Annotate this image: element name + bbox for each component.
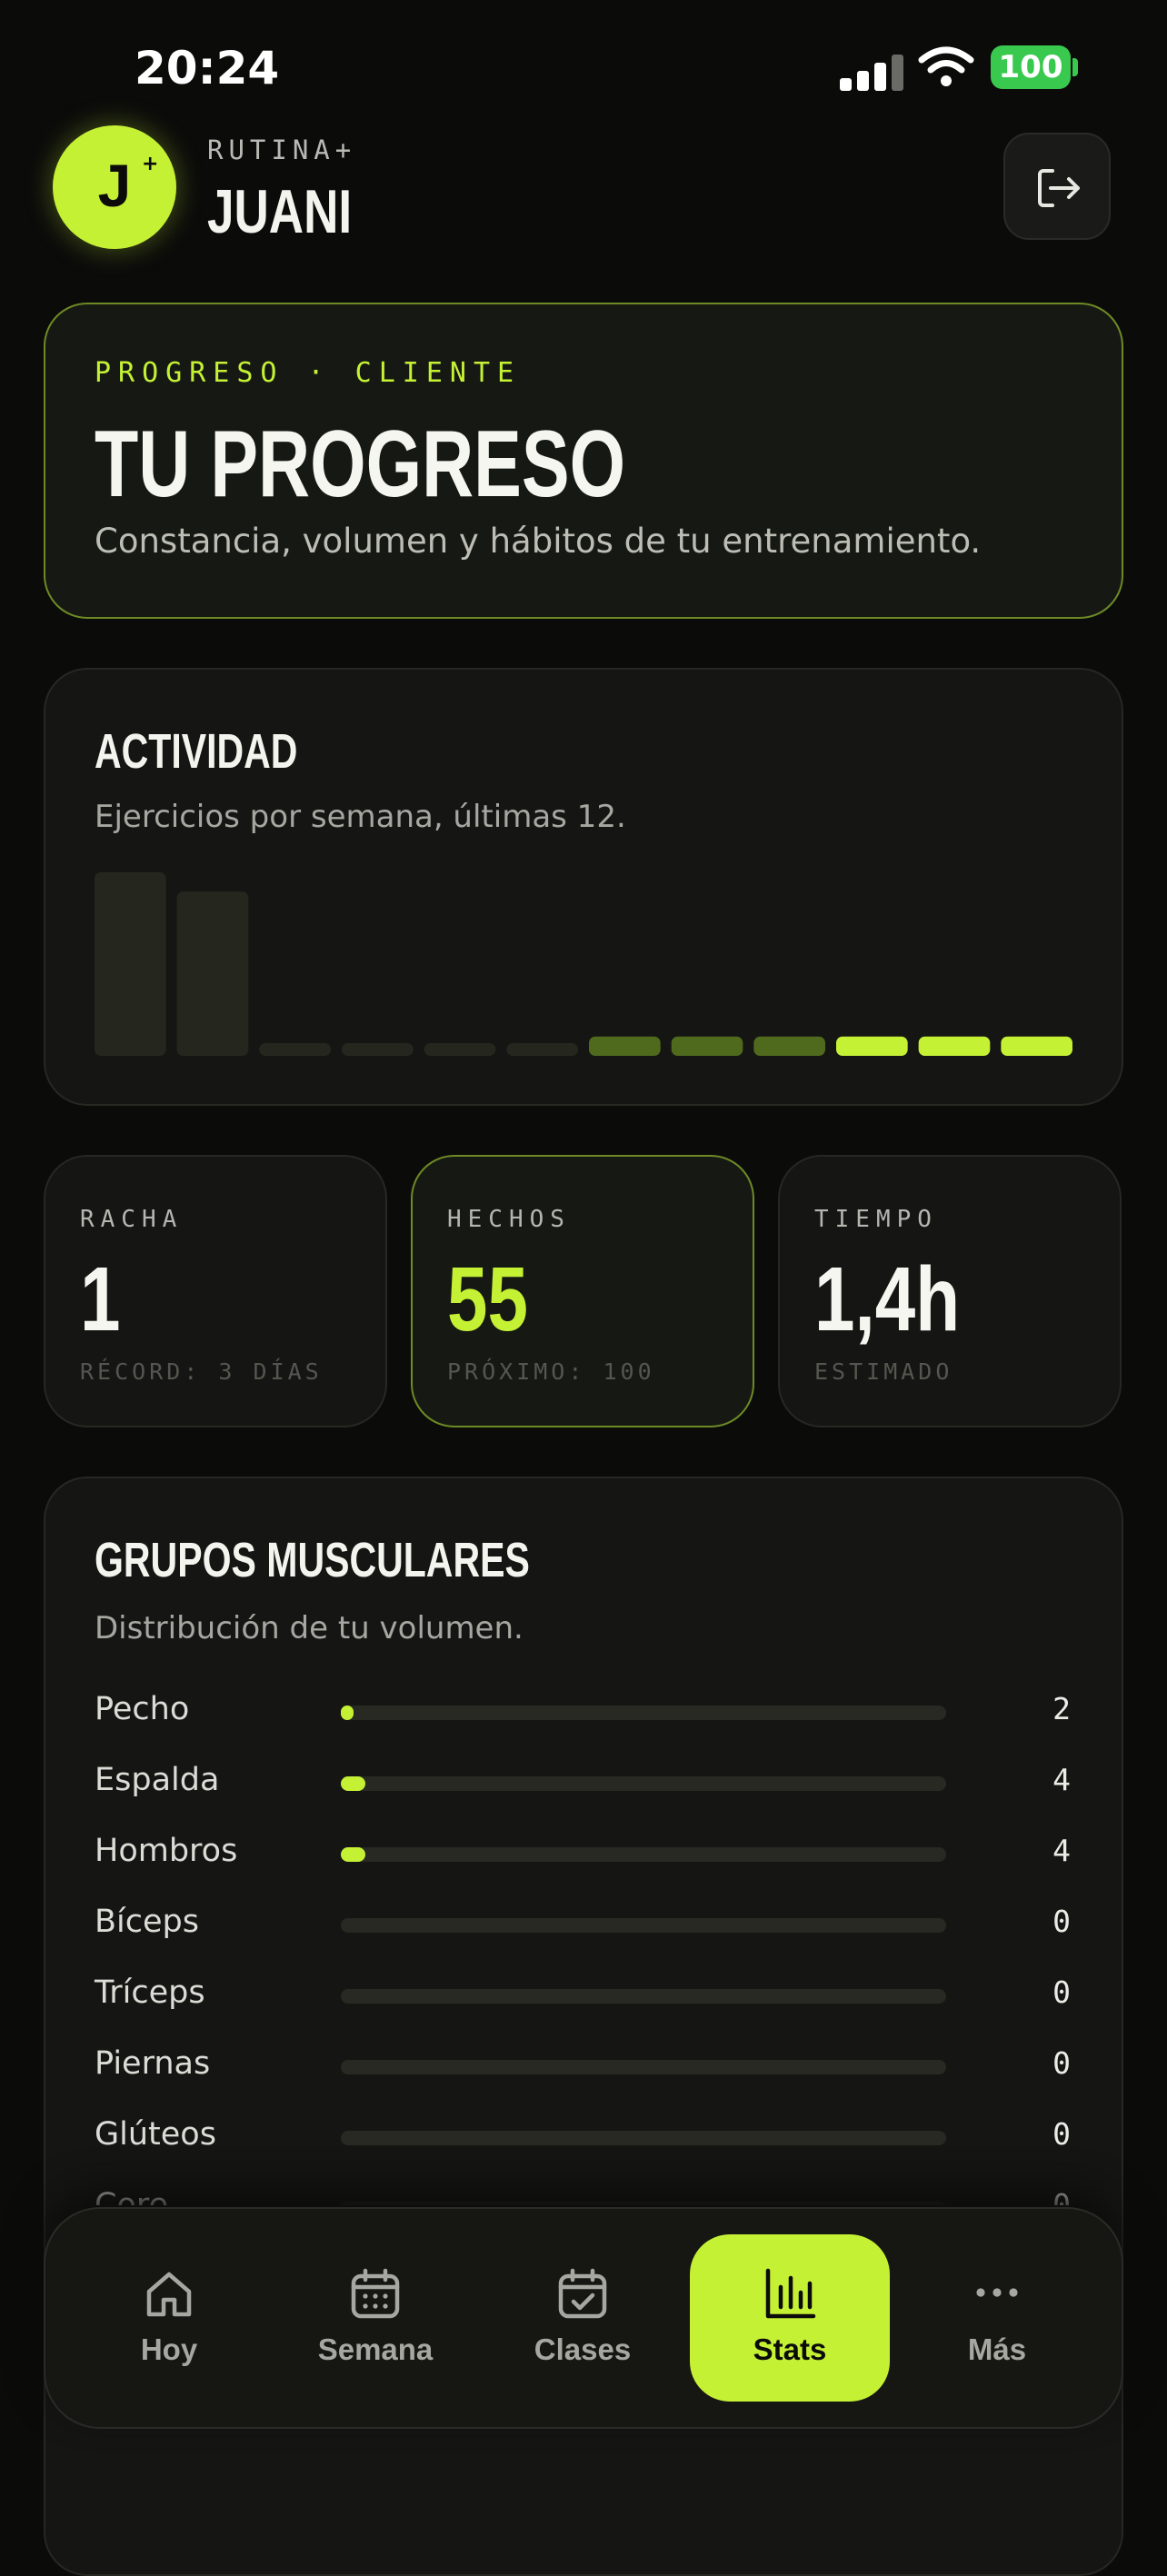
muscles-title: GRUPOS MUSCULARES <box>95 1533 530 1587</box>
muscle-row-piernas: Piernas 0 <box>0 2042 1167 2113</box>
hero-eyebrow: PROGRESO · CLIENTE <box>95 357 522 389</box>
calendar-check-icon <box>558 2268 607 2319</box>
muscle-value: 2 <box>1052 1691 1071 1726</box>
muscle-name: Hombros <box>95 1833 238 1869</box>
activity-bar <box>918 1036 991 1056</box>
muscle-row-espalda: Espalda 4 <box>0 1758 1167 1829</box>
nav-label: Stats <box>753 2332 827 2366</box>
logout-icon <box>1038 169 1080 207</box>
muscle-bar-track <box>341 1847 946 1862</box>
stat-foot: PRÓXIMO: 100 <box>447 1358 655 1385</box>
more-icon <box>976 2288 1018 2297</box>
muscle-row-pecho: Pecho 2 <box>0 1687 1167 1758</box>
muscle-bar-track <box>341 1989 946 2004</box>
wifi-icon <box>918 46 974 86</box>
stat-card-hechos: HECHOS 55 PRÓXIMO: 100 <box>411 1155 754 1427</box>
nav-item-clases[interactable]: Clases <box>483 2234 683 2402</box>
muscle-value: 0 <box>1052 1974 1071 2010</box>
activity-bar <box>753 1036 825 1056</box>
nav-label: Semana <box>317 2332 434 2366</box>
nav-label: Hoy <box>140 2332 198 2366</box>
activity-bar <box>1001 1036 1072 1056</box>
muscle-name: Piernas <box>95 2045 211 2082</box>
avatar-plus-mark: + <box>142 153 159 175</box>
activity-bar <box>342 1043 414 1056</box>
nav-item-stats[interactable]: Stats <box>690 2234 890 2402</box>
muscle-bar-track <box>341 2060 946 2074</box>
muscle-value: 0 <box>1052 2187 1071 2205</box>
muscle-row-biceps: Bíceps 0 <box>0 1900 1167 1971</box>
muscle-bar-track <box>341 1776 946 1791</box>
activity-subtitle: Ejercicios por semana, últimas 12. <box>95 799 626 835</box>
logout-button[interactable] <box>1003 133 1111 240</box>
muscle-value: 0 <box>1052 1904 1071 1939</box>
stat-value: 1,4h <box>814 1248 961 1350</box>
stat-label: RACHA <box>80 1206 184 1233</box>
battery-icon: 100 <box>991 45 1071 89</box>
muscle-name: Core <box>95 2187 169 2205</box>
muscle-bar-fill <box>341 1776 365 1791</box>
muscles-subtitle: Distribución de tu volumen. <box>95 1610 524 1646</box>
muscle-value: 0 <box>1052 2045 1071 2081</box>
stat-card-tiempo: TIEMPO 1,4h ESTIMADO <box>778 1155 1122 1427</box>
activity-bar <box>176 891 249 1056</box>
activity-title: ACTIVIDAD <box>95 724 298 779</box>
muscle-row-hombros: Hombros 4 <box>0 1829 1167 1900</box>
muscle-row-triceps: Tríceps 0 <box>0 1971 1167 2042</box>
battery-tip <box>1072 58 1078 76</box>
muscle-value: 4 <box>1052 1762 1071 1797</box>
nav-item-hoy[interactable]: Hoy <box>69 2234 269 2402</box>
muscle-bar-fill <box>341 1706 354 1720</box>
muscle-name: Bíceps <box>95 1904 199 1940</box>
muscle-value: 0 <box>1052 2116 1071 2152</box>
stat-value: 55 <box>447 1248 528 1350</box>
muscle-value: 4 <box>1052 1833 1071 1868</box>
avatar[interactable]: J + <box>53 125 176 249</box>
stat-label: TIEMPO <box>814 1206 938 1233</box>
brand-name: RUTINA+ <box>207 134 357 165</box>
muscle-bar-fill <box>341 1847 365 1862</box>
stat-value: 1 <box>80 1248 121 1350</box>
muscle-name: Glúteos <box>95 2116 216 2153</box>
muscle-list[interactable]: Pecho 2 Espalda 4 Hombros 4 Bíceps 0 Trí… <box>0 1687 1167 2205</box>
muscle-bar-track <box>341 1706 946 1720</box>
activity-bar <box>671 1036 743 1056</box>
activity-bar-chart <box>95 872 1072 1056</box>
muscle-row-core: Core 0 <box>0 2183 1167 2205</box>
activity-bar <box>506 1043 578 1056</box>
user-name: JUANI <box>207 177 353 246</box>
hero-subtitle: Constancia, volumen y hábitos de tu entr… <box>95 522 982 561</box>
nav-label: Clases <box>534 2332 632 2366</box>
nav-label: Más <box>967 2332 1027 2366</box>
muscle-bar-track <box>341 2131 946 2145</box>
activity-bar <box>836 1036 908 1056</box>
muscle-name: Pecho <box>95 1691 190 1727</box>
stat-foot: ESTIMADO <box>814 1358 953 1385</box>
stat-card-racha: RACHA 1 RÉCORD: 3 DÍAS <box>44 1155 387 1427</box>
home-icon <box>146 2272 192 2317</box>
page-title: TU PROGRESO <box>95 412 626 517</box>
activity-bar <box>259 1043 331 1056</box>
signal-icon <box>840 51 903 91</box>
muscle-row-gluteos: Glúteos 0 <box>0 2113 1167 2183</box>
stat-label: HECHOS <box>447 1206 571 1233</box>
bar-chart-icon <box>765 2268 816 2319</box>
activity-bar <box>589 1036 661 1056</box>
status-time: 20:24 <box>135 42 280 94</box>
nav-item-semana[interactable]: Semana <box>275 2234 475 2402</box>
calendar-icon <box>351 2268 400 2319</box>
muscle-bar-track <box>341 2202 946 2205</box>
activity-bar <box>95 872 166 1056</box>
muscle-name: Tríceps <box>95 1974 205 2011</box>
muscle-bar-track <box>341 1918 946 1933</box>
nav-item-mas[interactable]: Más <box>897 2234 1097 2402</box>
muscle-name: Espalda <box>95 1762 220 1798</box>
stat-foot: RÉCORD: 3 DÍAS <box>80 1358 323 1385</box>
activity-bar <box>424 1043 496 1056</box>
